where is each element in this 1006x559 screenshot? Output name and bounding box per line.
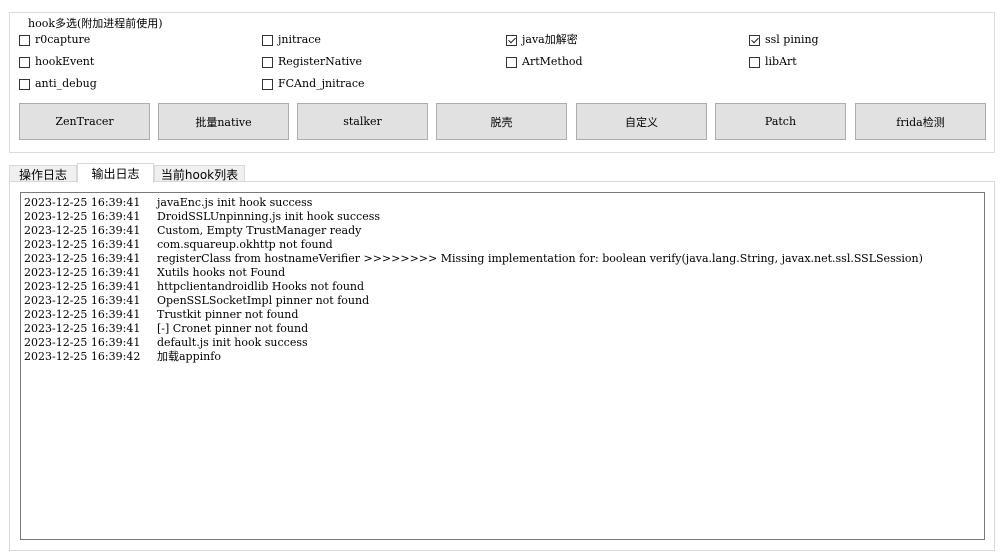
log-timestamp: 2023-12-25 16:39:41	[24, 308, 141, 321]
zentracer-button[interactable]: ZenTracer	[19, 103, 150, 140]
log-timestamp: 2023-12-25 16:39:41	[24, 224, 141, 237]
checkbox-anti-debug[interactable]: anti_debug	[19, 77, 97, 91]
checkbox-box[interactable]	[19, 78, 30, 90]
checkbox-r0capture[interactable]: r0capture	[19, 33, 90, 47]
log-message: DroidSSLUnpinning.js init hook success	[157, 210, 380, 223]
log-line: 2023-12-25 16:39:41 registerClass from ho…	[24, 252, 984, 266]
log-message: registerClass from hostnameVerifier >>>>…	[157, 252, 923, 265]
log-timestamp: 2023-12-25 16:39:41	[24, 294, 141, 307]
checkbox-registernative[interactable]: RegisterNative	[262, 55, 362, 69]
checkbox-hookevent[interactable]: hookEvent	[19, 55, 94, 69]
log-line: 2023-12-25 16:39:41 Custom, Empty TrustMa…	[24, 224, 984, 238]
checkbox-label: anti_debug	[35, 77, 97, 90]
log-timestamp: 2023-12-25 16:39:41	[24, 266, 141, 279]
log-timestamp: 2023-12-25 16:39:41	[24, 196, 141, 209]
log-timestamp: 2023-12-25 16:39:41	[24, 252, 141, 265]
log-message: Xutils hooks not Found	[157, 266, 286, 279]
checkbox-label: RegisterNative	[278, 55, 363, 68]
checkbox-label: FCAnd_jnitrace	[278, 77, 365, 90]
checkbox-box[interactable]	[262, 78, 273, 90]
log-line: 2023-12-25 16:39:41 DroidSSLUnpinning.js …	[24, 210, 984, 224]
checkbox-box-checked[interactable]	[506, 34, 517, 46]
checkbox-libart[interactable]: libArt	[749, 55, 797, 69]
hook-group-title: hook多选(附加进程前使用)	[26, 17, 165, 31]
tab-output-log[interactable]: 输出日志	[77, 163, 154, 183]
log-message: [-] Cronet pinner not found	[157, 322, 309, 335]
unpack-button[interactable]: 脱壳	[436, 103, 567, 140]
checkbox-fcand-jnitrace[interactable]: FCAnd_jnitrace	[262, 77, 365, 91]
checkbox-box[interactable]	[19, 34, 30, 46]
checkbox-box[interactable]	[262, 56, 273, 68]
log-timestamp: 2023-12-25 16:39:41	[24, 336, 141, 349]
checkbox-box[interactable]	[262, 34, 273, 46]
log-line: 2023-12-25 16:39:41 [-] Cronet pinner not…	[24, 322, 984, 336]
checkbox-jnitrace[interactable]: jnitrace	[262, 33, 321, 47]
checkbox-label: hookEvent	[35, 55, 95, 68]
tab-panel: 2023-12-25 16:39:41 javaEnc.js init hook …	[9, 181, 995, 551]
tab-operation-log[interactable]: 操作日志	[9, 165, 77, 182]
log-message: javaEnc.js init hook success	[157, 196, 313, 209]
log-line: 2023-12-25 16:39:42 加载appinfo	[24, 350, 984, 364]
log-line: 2023-12-25 16:39:41 javaEnc.js init hook …	[24, 196, 984, 210]
checkbox-box[interactable]	[19, 56, 30, 68]
log-message: OpenSSLSocketImpl pinner not found	[157, 294, 370, 307]
patch-button[interactable]: Patch	[715, 103, 846, 140]
log-message: com.squareup.okhttp not found	[157, 238, 333, 251]
log-message: httpclientandroidlib Hooks not found	[157, 280, 365, 293]
log-line: 2023-12-25 16:39:41 default.js init hook …	[24, 336, 984, 350]
log-message: Custom, Empty TrustManager ready	[157, 224, 362, 237]
log-line: 2023-12-25 16:39:41 httpclientandroidlib …	[24, 280, 984, 294]
log-line: 2023-12-25 16:39:41 Xutils hooks not Foun…	[24, 266, 984, 280]
log-timestamp: 2023-12-25 16:39:41	[24, 238, 141, 251]
checkbox-box[interactable]	[506, 56, 517, 68]
checkbox-label: r0capture	[35, 33, 91, 46]
log-message: 加载appinfo	[157, 350, 221, 363]
log-timestamp: 2023-12-25 16:39:41	[24, 280, 141, 293]
log-timestamp: 2023-12-25 16:39:41	[24, 322, 141, 335]
checkbox-box[interactable]	[749, 56, 760, 68]
log-message: Trustkit pinner not found	[157, 308, 299, 321]
checkbox-label: jnitrace	[278, 33, 321, 46]
checkbox-ssl-pining[interactable]: ssl pining	[749, 33, 819, 47]
output-log-textarea[interactable]: 2023-12-25 16:39:41 javaEnc.js init hook …	[20, 192, 985, 540]
log-timestamp: 2023-12-25 16:39:42	[24, 350, 141, 363]
checkbox-artmethod[interactable]: ArtMethod	[506, 55, 583, 69]
frida-detect-button[interactable]: frida检测	[855, 103, 986, 140]
log-line: 2023-12-25 16:39:41 com.squareup.okhttp n…	[24, 238, 984, 252]
log-line: 2023-12-25 16:39:41 OpenSSLSocketImpl pin…	[24, 294, 984, 308]
checkbox-label: ssl pining	[765, 33, 819, 46]
tab-current-hook-list[interactable]: 当前hook列表	[154, 165, 245, 182]
log-line: 2023-12-25 16:39:41 Trustkit pinner not f…	[24, 308, 984, 322]
log-timestamp: 2023-12-25 16:39:41	[24, 210, 141, 223]
checkbox-label: ArtMethod	[522, 55, 583, 68]
checkbox-java-crypto[interactable]: java加解密	[506, 33, 578, 47]
log-message: default.js init hook success	[157, 336, 308, 349]
checkbox-label: java加解密	[522, 33, 578, 46]
custom-button[interactable]: 自定义	[576, 103, 707, 140]
batch-native-button[interactable]: 批量native	[158, 103, 289, 140]
checkbox-label: libArt	[765, 55, 797, 68]
checkbox-box-checked[interactable]	[749, 34, 760, 46]
stalker-button[interactable]: stalker	[297, 103, 428, 140]
